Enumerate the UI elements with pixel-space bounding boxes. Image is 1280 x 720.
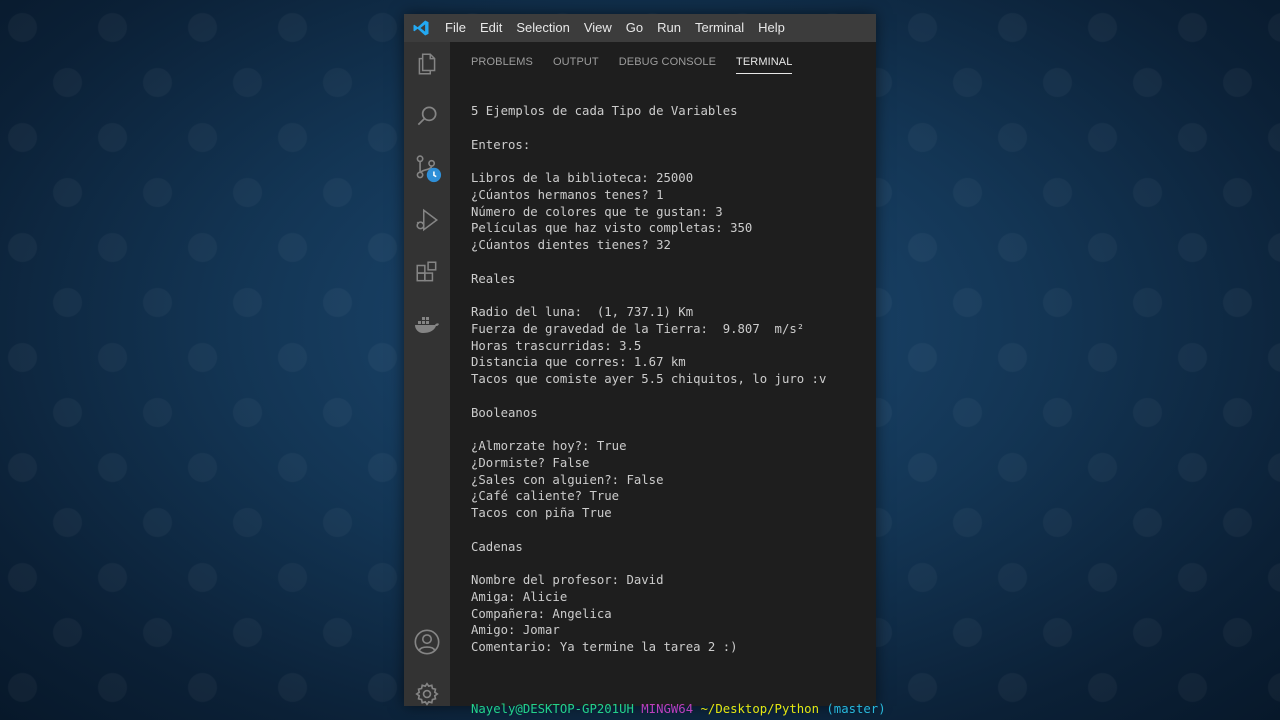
terminal-line: Radio del luna: (1, 737.1) Km bbox=[471, 305, 694, 319]
settings-gear-icon[interactable] bbox=[404, 674, 450, 714]
vscode-window: File Edit Selection View Go Run Terminal Help bbox=[404, 14, 886, 716]
explorer-icon[interactable] bbox=[404, 44, 450, 84]
prompt-branch: (master) bbox=[826, 702, 886, 716]
terminal-panel: PROBLEMS OUTPUT DEBUG CONSOLE TERMINAL 5 Ej… bbox=[450, 42, 886, 716]
docker-icon[interactable] bbox=[404, 304, 450, 344]
extensions-icon[interactable] bbox=[404, 252, 450, 292]
terminal-line: Amigo: Jomar bbox=[471, 623, 560, 638]
terminal-line: ¿Dormiste? False bbox=[471, 455, 590, 470]
source-control-icon[interactable] bbox=[404, 148, 450, 188]
menu-terminal[interactable]: Terminal bbox=[688, 14, 751, 42]
terminal-line: Cadenas bbox=[471, 539, 523, 554]
terminal-prompt: Nayely@DESKTOP-GP201UH MINGW64 ~/Desktop… bbox=[471, 702, 886, 716]
tab-debug-console[interactable]: DEBUG CONSOLE bbox=[619, 52, 716, 74]
terminal-line: Amiga: Alicie bbox=[471, 589, 568, 604]
prompt-system: MINGW64 bbox=[641, 702, 694, 716]
terminal-line: Distancia que corres: 1.67 km bbox=[471, 355, 686, 370]
tab-terminal[interactable]: TERMINAL bbox=[736, 52, 793, 74]
menu-view[interactable]: View bbox=[577, 14, 619, 42]
terminal-line: Tacos con piña True bbox=[471, 506, 612, 520]
terminal-line: ¿Cúantos dientes tienes? 32 bbox=[471, 238, 671, 252]
terminal-line: Número de colores que te gustan: 3 bbox=[471, 204, 723, 219]
terminal-line: Nombre del profesor: David bbox=[471, 573, 664, 587]
title-bar: File Edit Selection View Go Run Terminal Help bbox=[404, 14, 876, 42]
terminal-line: Horas trascurridas: 3.5 bbox=[471, 338, 642, 353]
terminal-line: Booleanos bbox=[471, 405, 538, 420]
terminal-line: ¿Cúantos hermanos tenes? 1 bbox=[471, 187, 664, 202]
menu-edit[interactable]: Edit bbox=[473, 14, 509, 42]
terminal-line: ¿Almorzate hoy?: True bbox=[471, 439, 627, 453]
menu-file[interactable]: File bbox=[438, 14, 473, 42]
terminal-line: Películas que haz visto completas: 350 bbox=[471, 221, 753, 236]
activity-bar bbox=[404, 42, 450, 706]
menu-selection[interactable]: Selection bbox=[509, 14, 576, 42]
run-debug-icon[interactable] bbox=[404, 200, 450, 240]
terminal-line: ¿Sales con alguien?: False bbox=[471, 472, 664, 487]
menu-go[interactable]: Go bbox=[619, 14, 650, 42]
tab-problems[interactable]: PROBLEMS bbox=[471, 52, 533, 74]
terminal-line: Reales bbox=[471, 271, 516, 286]
terminal-line: Compañera: Angelica bbox=[471, 606, 612, 621]
terminal-line: Tacos que comiste ayer 5.5 chiquitos, lo… bbox=[471, 372, 827, 386]
terminal-line: 5 Ejemplos de cada Tipo de Variables bbox=[471, 104, 738, 118]
vscode-logo-icon bbox=[404, 14, 438, 42]
prompt-path: ~/Desktop/Python bbox=[700, 702, 819, 716]
menu-run[interactable]: Run bbox=[650, 14, 688, 42]
account-icon[interactable] bbox=[404, 622, 450, 662]
terminal-line: Libros de la biblioteca: 25000 bbox=[471, 171, 694, 185]
tab-output[interactable]: OUTPUT bbox=[553, 52, 599, 74]
menu-bar: File Edit Selection View Go Run Terminal Help bbox=[438, 14, 792, 42]
terminal-line: ¿Café caliente? True bbox=[471, 489, 620, 504]
terminal-line: Enteros: bbox=[471, 137, 531, 152]
prompt-user: Nayely@DESKTOP-GP201UH bbox=[471, 702, 634, 716]
terminal-output[interactable]: 5 Ejemplos de cada Tipo de Variables Ente… bbox=[471, 103, 871, 656]
terminal-line: Fuerza de gravedad de la Tierra: 9.807 m… bbox=[471, 321, 805, 336]
search-icon[interactable] bbox=[404, 96, 450, 136]
terminal-line: Comentario: Ya termine la tarea 2 :) bbox=[471, 640, 738, 654]
panel-tabs: PROBLEMS OUTPUT DEBUG CONSOLE TERMINAL bbox=[471, 52, 793, 74]
menu-help[interactable]: Help bbox=[751, 14, 792, 42]
